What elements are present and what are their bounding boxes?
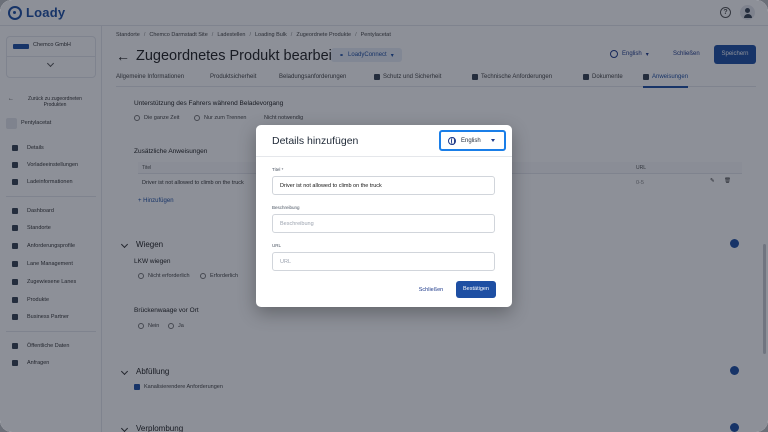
url-field[interactable] <box>272 252 495 271</box>
app-window: Loady ? Chemco GmbH ← Zurück zu zugeordn… <box>0 0 768 432</box>
description-field-label: Beschreibung <box>272 205 300 210</box>
title-field[interactable] <box>272 176 495 195</box>
add-details-dialog: Details hinzufügen English Titel * Besch… <box>256 125 512 307</box>
description-field[interactable] <box>272 214 495 233</box>
language-label: English <box>461 137 481 144</box>
url-field-label: URL <box>272 243 282 248</box>
divider <box>256 156 512 157</box>
title-field-label: Titel * <box>272 167 284 172</box>
dialog-title: Details hinzufügen <box>272 135 359 147</box>
dialog-confirm-button[interactable]: Bestätigen <box>456 281 496 298</box>
dialog-close-button[interactable]: Schließen <box>414 282 448 298</box>
caret-down-icon <box>490 139 495 142</box>
dialog-language-selector[interactable]: English <box>439 130 506 151</box>
globe-icon <box>448 136 456 145</box>
